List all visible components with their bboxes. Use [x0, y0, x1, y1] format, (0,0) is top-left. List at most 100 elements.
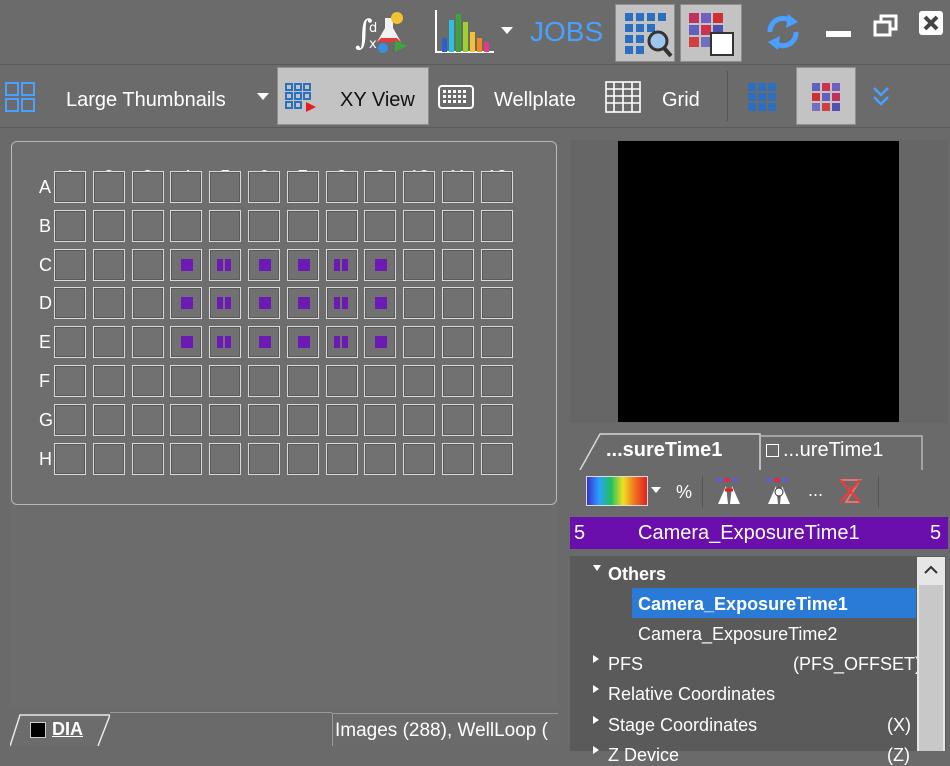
refresh-icon[interactable]	[762, 10, 804, 54]
well-D12[interactable]	[480, 287, 513, 320]
well-H11[interactable]	[442, 442, 474, 475]
well-G6[interactable]	[248, 403, 280, 436]
well-D10[interactable]	[403, 287, 436, 320]
well-F7[interactable]	[286, 365, 319, 397]
tree-scrollbar[interactable]	[917, 557, 945, 751]
tab-exposure-time-1[interactable]: ...sureTime1	[606, 439, 722, 462]
well-G1[interactable]	[54, 403, 86, 436]
well-E1[interactable]	[54, 326, 86, 359]
chevron-down-icon[interactable]	[500, 26, 514, 36]
reset-contrast-icon[interactable]	[836, 476, 864, 506]
restore-icon[interactable]	[873, 14, 899, 38]
well-B8[interactable]	[325, 209, 358, 242]
well-H1[interactable]	[54, 442, 86, 475]
well-E4[interactable]	[170, 326, 203, 359]
well-C8[interactable]	[325, 248, 358, 281]
well-A2[interactable]	[92, 171, 125, 203]
well-F5[interactable]	[209, 365, 242, 397]
well-H5[interactable]	[209, 442, 242, 475]
scrollbar-thumb[interactable]	[919, 585, 943, 751]
well-D4[interactable]	[170, 287, 203, 320]
well-E6[interactable]	[248, 326, 280, 359]
well-C1[interactable]	[54, 248, 86, 281]
well-A11[interactable]	[442, 171, 474, 203]
well-F8[interactable]	[325, 365, 358, 397]
tab-exposure-time-2[interactable]: ...ureTime1	[783, 439, 883, 462]
well-D5[interactable]	[209, 287, 242, 320]
tab-checkbox[interactable]	[766, 444, 779, 457]
well-G10[interactable]	[403, 403, 436, 436]
tree-item-exposure-1[interactable]: Camera_ExposureTime1	[632, 588, 916, 618]
well-B6[interactable]	[248, 209, 280, 242]
well-A4[interactable]	[170, 171, 203, 203]
well-D1[interactable]	[54, 287, 86, 320]
plate-layout-icon[interactable]	[746, 81, 778, 113]
well-C12[interactable]	[480, 248, 513, 281]
well-H9[interactable]	[364, 442, 397, 475]
well-H6[interactable]	[248, 442, 280, 475]
grid-icon[interactable]	[605, 81, 641, 113]
well-A10[interactable]	[403, 171, 436, 203]
tree-item-pfs[interactable]: PFS	[608, 654, 643, 675]
expand-down-icon[interactable]	[872, 85, 890, 107]
more-options[interactable]: ...	[808, 480, 823, 501]
well-C11[interactable]	[442, 248, 474, 281]
well-F10[interactable]	[403, 365, 436, 397]
well-D11[interactable]	[442, 287, 474, 320]
well-C3[interactable]	[131, 248, 164, 281]
well-G2[interactable]	[92, 403, 125, 436]
well-C5[interactable]	[209, 248, 242, 281]
layout-grid-icon[interactable]	[4, 81, 36, 113]
wellplate-search-button[interactable]	[615, 4, 675, 62]
well-E9[interactable]	[364, 326, 397, 359]
well-H8[interactable]	[325, 442, 358, 475]
well-D9[interactable]	[364, 287, 397, 320]
well-E7[interactable]	[286, 326, 319, 359]
thumbnail-mode-select[interactable]: Large Thumbnails	[66, 89, 226, 112]
well-A7[interactable]	[286, 171, 319, 203]
jobs-button[interactable]: JOBS	[530, 16, 603, 48]
well-G9[interactable]	[364, 403, 397, 436]
well-H4[interactable]	[170, 442, 203, 475]
well-C2[interactable]	[92, 248, 125, 281]
well-C4[interactable]	[170, 248, 203, 281]
well-E11[interactable]	[442, 326, 474, 359]
well-F9[interactable]	[364, 365, 397, 397]
tree-item-relative-coordinates[interactable]: Relative Coordinates	[608, 684, 775, 705]
well-A1[interactable]	[54, 171, 86, 203]
well-H12[interactable]	[480, 442, 513, 475]
well-E5[interactable]	[209, 326, 242, 359]
well-A3[interactable]	[131, 171, 164, 203]
well-F11[interactable]	[442, 365, 474, 397]
well-B11[interactable]	[442, 209, 474, 242]
well-B9[interactable]	[364, 209, 397, 242]
bar-chart-icon[interactable]	[434, 8, 496, 54]
well-G7[interactable]	[286, 403, 319, 436]
minimize-icon[interactable]	[826, 31, 851, 37]
close-icon[interactable]	[918, 10, 944, 36]
well-E10[interactable]	[403, 326, 436, 359]
lut-gradient-swatch[interactable]	[586, 476, 648, 506]
wellplate-button[interactable]: Wellplate	[494, 89, 576, 112]
well-D3[interactable]	[131, 287, 164, 320]
well-A9[interactable]	[364, 171, 397, 203]
well-F4[interactable]	[170, 365, 203, 397]
well-C9[interactable]	[364, 248, 397, 281]
collapsed-arrow-icon[interactable]	[592, 745, 600, 755]
well-G4[interactable]	[170, 403, 203, 436]
well-D8[interactable]	[325, 287, 358, 320]
well-B5[interactable]	[209, 209, 242, 242]
well-G8[interactable]	[325, 403, 358, 436]
collapsed-arrow-icon[interactable]	[592, 715, 600, 725]
formula-flask-icon[interactable]: ∫ d x	[355, 8, 411, 56]
well-F1[interactable]	[54, 365, 86, 397]
well-H3[interactable]	[131, 442, 164, 475]
wellplate-icon[interactable]	[438, 85, 474, 109]
chevron-down-icon[interactable]	[256, 92, 270, 102]
well-G11[interactable]	[442, 403, 474, 436]
well-E2[interactable]	[92, 326, 125, 359]
tree-group-others[interactable]: Others	[608, 564, 666, 585]
well-A12[interactable]	[480, 171, 513, 203]
xy-view-button[interactable]: XY View	[277, 67, 429, 125]
well-F6[interactable]	[248, 365, 280, 397]
